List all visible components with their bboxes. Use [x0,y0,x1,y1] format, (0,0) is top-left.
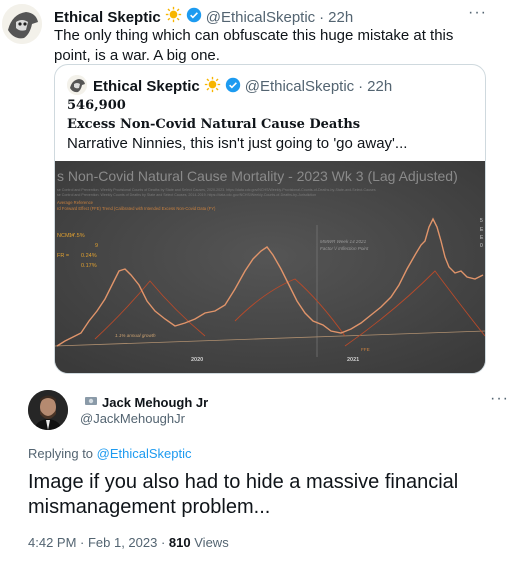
stat-label-3: FR = [57,253,69,259]
right-edge-char-1: 5 [480,218,483,224]
right-edge-char-4: 0 [480,243,483,249]
small-emoji-icon [84,394,98,411]
verified-badge-icon [225,77,241,97]
tweet-text: The only thing which can obfuscate this … [54,27,454,64]
x-label-2021: 2021 [347,357,359,363]
views-count: 810 [168,535,191,550]
growth-label: 1.1% annual growth [115,333,156,338]
quote-tweet-card[interactable]: Ethical Skeptic @EthicalSkeptic · 22h 54… [54,64,486,374]
sun-emoji-icon [165,6,182,28]
x-label-2020: 2020 [191,357,203,363]
reply-author-handle[interactable]: @JackMehoughJr [80,411,185,426]
sun-emoji-icon [204,76,221,97]
stat-value-2: 9 [95,243,98,249]
more-options-icon[interactable]: ··· [468,4,487,22]
stat-value-1: 17.5% [69,233,85,239]
replying-to-line: Replying to @EthicalSkeptic [28,446,192,461]
replying-to-link[interactable]: @EthicalSkeptic [97,446,192,461]
author-name[interactable]: Ethical Skeptic [54,8,161,27]
stat-value-4: 0.17% [81,263,97,269]
quote-author-handle: @EthicalSkeptic [244,78,355,95]
ffe-label: FFE [361,347,370,352]
quote-avatar [67,75,87,95]
avatar-jack-mehough[interactable] [28,390,68,430]
reply-author-line: Jack Mehough Jr [84,394,208,411]
separator-dot: · [358,78,364,95]
tweet-author-line: Ethical Skeptic @EthicalSkeptic · 22h [54,6,353,28]
mortality-chart: s Non-Covid Natural Cause Mortality - 20… [55,161,485,373]
reply-more-options-icon[interactable]: ··· [490,390,509,408]
stat-value-3: 0.24% [81,253,97,259]
chart-subtitle-1: se Control and Prevention. Weekly Provis… [57,188,376,192]
author-handle[interactable]: @EthicalSkeptic [206,8,315,27]
reply-meta: 4:42 PM · Feb 1, 2023 · 810 Views [28,535,229,550]
reply-text: Image if you also had to hide a massive … [28,471,459,518]
quote-time: 22h [367,78,393,95]
quote-headline-title: Excess Non-Covid Natural Cause Deaths [67,117,361,132]
verified-badge-icon [186,7,202,28]
annotation-mmwr: MMWR Week 14 2021 [320,239,367,244]
quote-chart-image[interactable]: s Non-Covid Natural Cause Mortality - 20… [55,161,485,373]
reply-timestamp[interactable]: 4:42 PM · Feb 1, 2023 · [28,535,165,550]
quote-author-line: Ethical Skeptic @EthicalSkeptic · 22h [93,76,392,97]
quote-body-text: Narrative Ninnies, this isn't just going… [67,135,408,152]
chart-legend-1: Average Reference [57,200,94,205]
reply-author-name[interactable]: Jack Mehough Jr [102,395,208,410]
replying-prefix: Replying to [28,446,94,461]
avatar-ethical-skeptic[interactable] [2,4,42,44]
chart-subtitle-2: se Control and Prevention. Weekly Counts… [57,193,316,197]
views-label: Views [194,535,229,550]
tweet-time[interactable]: 22h [328,8,353,27]
quote-headline-number: 546,900 [67,98,126,113]
chart-legend-2: rd Forward Effect (FFE) Trend (Calibrate… [57,206,216,211]
annotation-inflection: Factor \/ Inflection Point [320,246,369,251]
chart-title: s Non-Covid Natural Cause Mortality - 20… [57,168,458,184]
separator-dot: · [319,8,325,26]
quote-author-name: Ethical Skeptic [93,78,200,95]
